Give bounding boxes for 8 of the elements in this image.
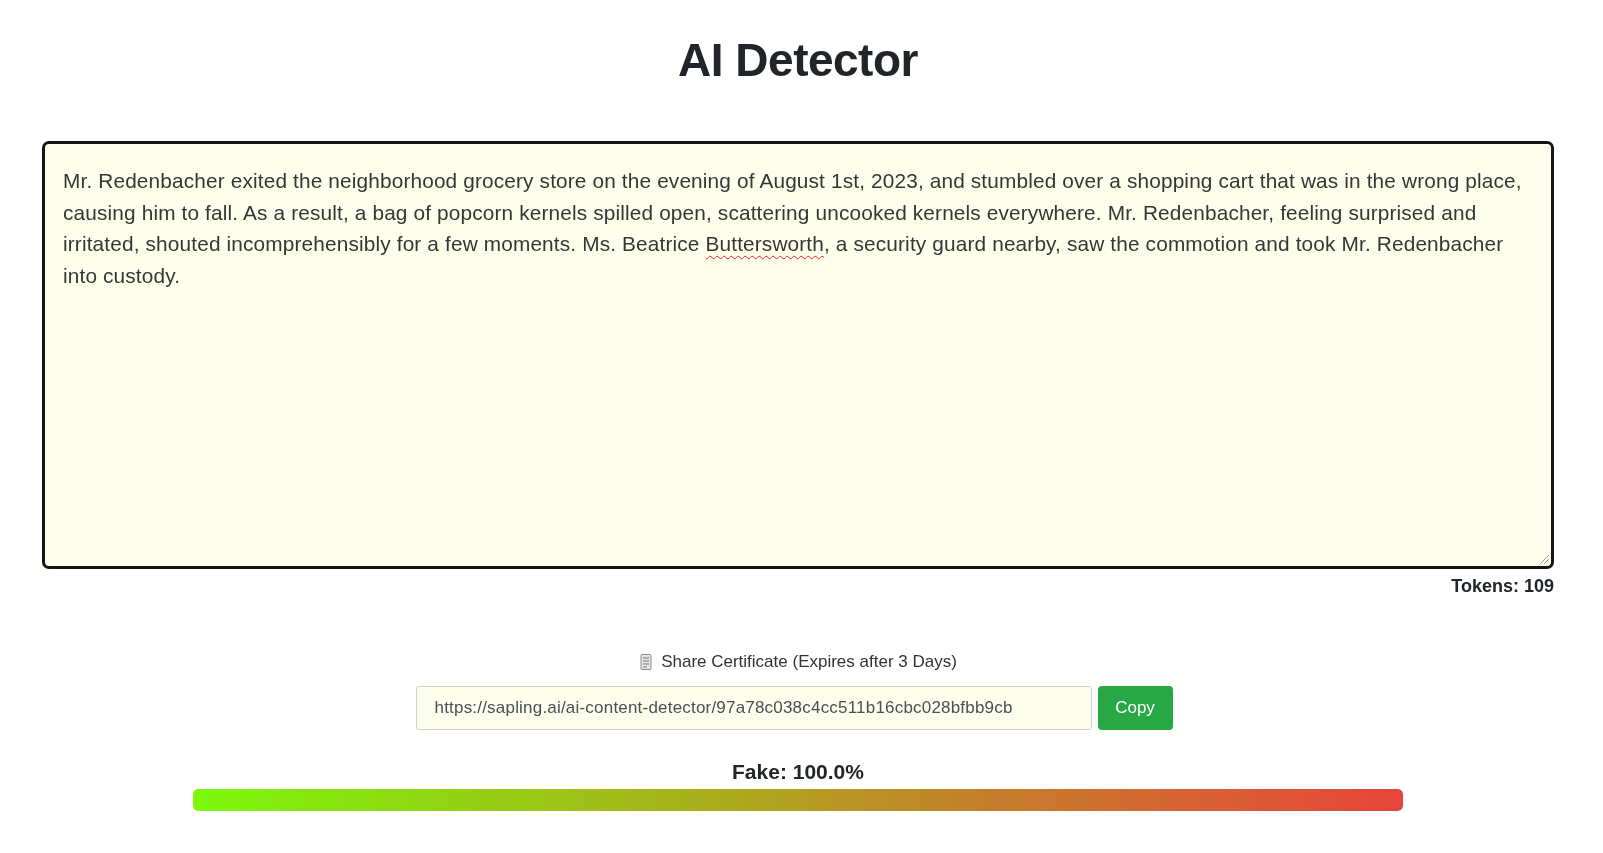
- document-icon: [639, 654, 654, 670]
- fake-score-label: Fake: 100.0%: [732, 759, 864, 785]
- token-count: Tokens: 109: [1451, 575, 1554, 598]
- page-title: AI Detector: [678, 33, 918, 88]
- share-certificate-label: Share Certificate (Expires after 3 Days): [661, 652, 957, 672]
- share-url-field[interactable]: https://sapling.ai/ai-content-detector/97a78c038c4cc511b16cbc028bfbb9cb: [415, 686, 1092, 730]
- resize-handle-icon[interactable]: [1539, 554, 1550, 565]
- text-input-field[interactable]: Mr. Redenbacher exited the neighborhood grocery store on the evening of August 1st, 2023, and stumbled over a shopping cart that was in the wrong place, causing him to fall. As a result, a bag of popcorn kernels spilled open, scattering uncooked kernels everywhere. Mr. Redenbacher, feeling surprised and irritated, shouted incomprehensibly for a few moments. Ms. Beatrice Buttersworth, a security guard nearby, saw the commotion and took Mr. Redenbacher into custody.: [42, 141, 1554, 569]
